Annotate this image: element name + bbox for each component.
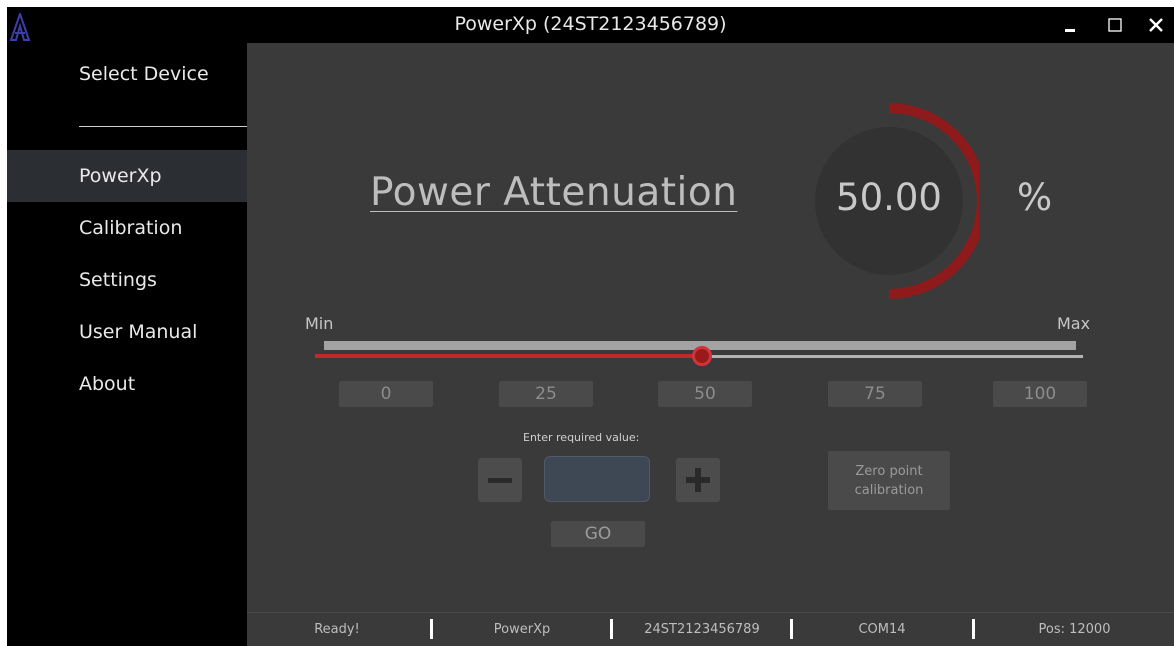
preset-0-button[interactable]: 0 [339,381,433,407]
sidebar-item-about[interactable]: About [7,358,247,410]
sidebar-item-label: Calibration [79,217,183,239]
select-device-link[interactable]: Select Device [79,63,209,85]
close-icon [1149,18,1163,32]
sidebar: Select Device PowerXp Calibration Settin… [7,43,247,646]
preset-75-button[interactable]: 75 [828,381,922,407]
slider-fill [315,354,701,358]
page-title: Power Attenuation [370,170,738,215]
status-serial: 24ST2123456789 [644,622,760,637]
decrement-button[interactable] [478,458,522,502]
app-window: PowerXp (24ST2123456789) Select Device P… [7,7,1174,646]
increment-button[interactable] [676,458,720,502]
status-text: Ready! [314,622,360,637]
enter-value-label: Enter required value: [523,431,640,444]
zero-calibration-line2: calibration [854,482,924,498]
go-button[interactable]: GO [551,521,645,547]
attenuation-value: 50.00 [836,176,942,219]
preset-100-button[interactable]: 100 [993,381,1087,407]
slider-min-label: Min [305,314,334,333]
zero-point-calibration-button[interactable]: Zero point calibration [828,451,950,510]
sidebar-divider [79,126,247,127]
main-panel: Power Attenuation 50.00 % Min Max 0 25 5… [247,43,1174,612]
zero-calibration-line1: Zero point [855,463,923,479]
zero-point-calibration-label: Zero point calibration [855,462,924,500]
required-value-input[interactable] [544,456,650,502]
minus-icon [488,478,512,483]
minimize-icon [1065,29,1075,32]
sidebar-item-label: PowerXp [79,165,162,187]
sidebar-item-label: About [79,373,136,395]
status-port: COM14 [858,622,906,637]
sidebar-item-user-manual[interactable]: User Manual [7,306,247,358]
sidebar-item-label: User Manual [79,321,198,343]
slider-thumb[interactable] [692,346,712,366]
status-bar: Ready! PowerXp 24ST2123456789 COM14 Pos:… [247,612,1174,646]
maximize-button[interactable] [1101,11,1129,39]
status-position: Pos: 12000 [1038,622,1111,637]
status-device: PowerXp [493,622,551,637]
maximize-icon [1108,18,1122,32]
title-bar: PowerXp (24ST2123456789) [7,7,1174,43]
sidebar-item-label: Settings [79,269,157,291]
window-title: PowerXp (24ST2123456789) [454,13,727,35]
close-button[interactable] [1142,11,1170,39]
sidebar-item-powerxp[interactable]: PowerXp [7,150,247,202]
sidebar-item-calibration[interactable]: Calibration [7,202,247,254]
preset-25-button[interactable]: 25 [499,381,593,407]
percent-unit: % [1017,176,1053,219]
slider-max-label: Max [1057,314,1091,333]
preset-50-button[interactable]: 50 [658,381,752,407]
sidebar-item-settings[interactable]: Settings [7,254,247,306]
plus-icon [686,468,710,492]
minimize-button[interactable] [1057,11,1085,39]
